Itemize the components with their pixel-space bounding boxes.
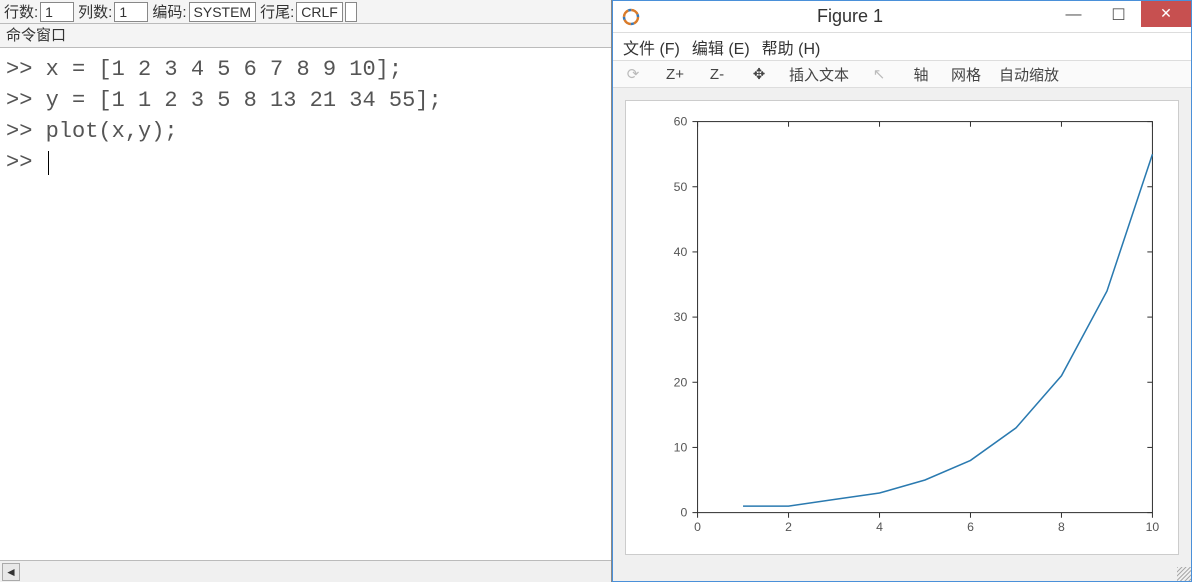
svg-text:30: 30 xyxy=(674,310,688,324)
status-bar: 行数: 1 列数: 1 编码: SYSTEM 行尾: CRLF xyxy=(0,0,611,24)
text-cursor xyxy=(48,151,49,175)
svg-text:50: 50 xyxy=(674,180,688,194)
status-cols: 列数: 1 xyxy=(76,2,148,22)
svg-text:0: 0 xyxy=(681,506,688,520)
cmd-line-2: >> y = [1 1 2 3 5 8 13 21 34 55]; xyxy=(6,85,605,116)
svg-text:6: 6 xyxy=(967,520,974,534)
resize-grip-icon[interactable] xyxy=(1177,567,1191,581)
cmd-prompt-line: >> xyxy=(6,147,605,178)
plot-svg: 0 10 20 30 40 50 60 0 2 4 6 8 10 xyxy=(626,101,1178,554)
svg-text:60: 60 xyxy=(674,115,688,129)
svg-text:8: 8 xyxy=(1058,520,1065,534)
rows-value[interactable]: 1 xyxy=(40,2,74,22)
eol-label: 行尾: xyxy=(258,1,296,22)
autoscale-button[interactable]: 自动缩放 xyxy=(999,62,1059,86)
insert-text-button[interactable]: 插入文本 xyxy=(789,62,849,86)
plot-frame[interactable]: 0 10 20 30 40 50 60 0 2 4 6 8 10 xyxy=(625,100,1179,555)
plot-area: 0 10 20 30 40 50 60 0 2 4 6 8 10 xyxy=(613,88,1191,567)
command-window-title: 命令窗口 xyxy=(0,24,611,48)
menu-bar: 文件 (F) 编辑 (E) 帮助 (H) xyxy=(613,33,1191,61)
svg-text:20: 20 xyxy=(674,376,688,390)
window-title: Figure 1 xyxy=(649,6,1051,27)
status-rows: 行数: 1 xyxy=(2,2,74,22)
encoding-label: 编码: xyxy=(150,1,188,22)
command-area[interactable]: >> x = [1 2 3 4 5 6 7 8 9 10];>> y = [1 … xyxy=(0,48,611,560)
svg-text:40: 40 xyxy=(674,245,688,259)
rows-label: 行数: xyxy=(2,1,40,22)
svg-text:10: 10 xyxy=(674,441,688,455)
rotate-icon[interactable]: ⟳ xyxy=(621,62,645,86)
status-encoding: 编码: SYSTEM xyxy=(150,2,256,22)
svg-text:10: 10 xyxy=(1146,520,1160,534)
cols-label: 列数: xyxy=(76,1,114,22)
cmd-line-1: >> x = [1 2 3 4 5 6 7 8 9 10]; xyxy=(6,54,605,85)
menu-help[interactable]: 帮助 (H) xyxy=(758,33,825,61)
svg-text:2: 2 xyxy=(785,520,792,534)
app-icon xyxy=(621,7,641,27)
svg-text:0: 0 xyxy=(694,520,701,534)
menu-file[interactable]: 文件 (F) xyxy=(619,33,684,61)
maximize-button[interactable]: ☐ xyxy=(1096,1,1141,29)
minimize-button[interactable]: — xyxy=(1051,1,1096,29)
figure-window: Figure 1 — ☐ ✕ 文件 (F) 编辑 (E) 帮助 (H) ⟳ Z+… xyxy=(612,0,1192,582)
figure-status-bar xyxy=(613,567,1191,581)
cols-value[interactable]: 1 xyxy=(114,2,148,22)
close-button[interactable]: ✕ xyxy=(1141,1,1191,27)
select-icon[interactable]: ↖ xyxy=(867,62,891,86)
figure-toolbar: ⟳ Z+ Z- ✥ 插入文本 ↖ 轴 网格 自动缩放 xyxy=(613,61,1191,88)
encoding-value[interactable]: SYSTEM xyxy=(189,2,257,22)
eol-value[interactable]: CRLF xyxy=(296,2,343,22)
pan-icon[interactable]: ✥ xyxy=(747,62,771,86)
cmd-line-3: >> plot(x,y); xyxy=(6,116,605,147)
status-blank xyxy=(345,2,357,22)
window-controls: — ☐ ✕ xyxy=(1051,1,1191,33)
axis-button[interactable]: 轴 xyxy=(909,62,933,86)
prompt: >> xyxy=(6,150,46,175)
zoom-in-button[interactable]: Z+ xyxy=(663,62,687,86)
left-scrollbar[interactable]: ◄ xyxy=(0,560,611,582)
title-bar[interactable]: Figure 1 — ☐ ✕ xyxy=(613,1,1191,33)
scroll-left-button[interactable]: ◄ xyxy=(2,563,20,581)
menu-edit[interactable]: 编辑 (E) xyxy=(688,33,754,61)
svg-text:4: 4 xyxy=(876,520,883,534)
grid-button[interactable]: 网格 xyxy=(951,62,981,86)
zoom-out-button[interactable]: Z- xyxy=(705,62,729,86)
status-eol: 行尾: CRLF xyxy=(258,2,343,22)
command-pane: 行数: 1 列数: 1 编码: SYSTEM 行尾: CRLF 命令窗口 >> … xyxy=(0,0,612,582)
